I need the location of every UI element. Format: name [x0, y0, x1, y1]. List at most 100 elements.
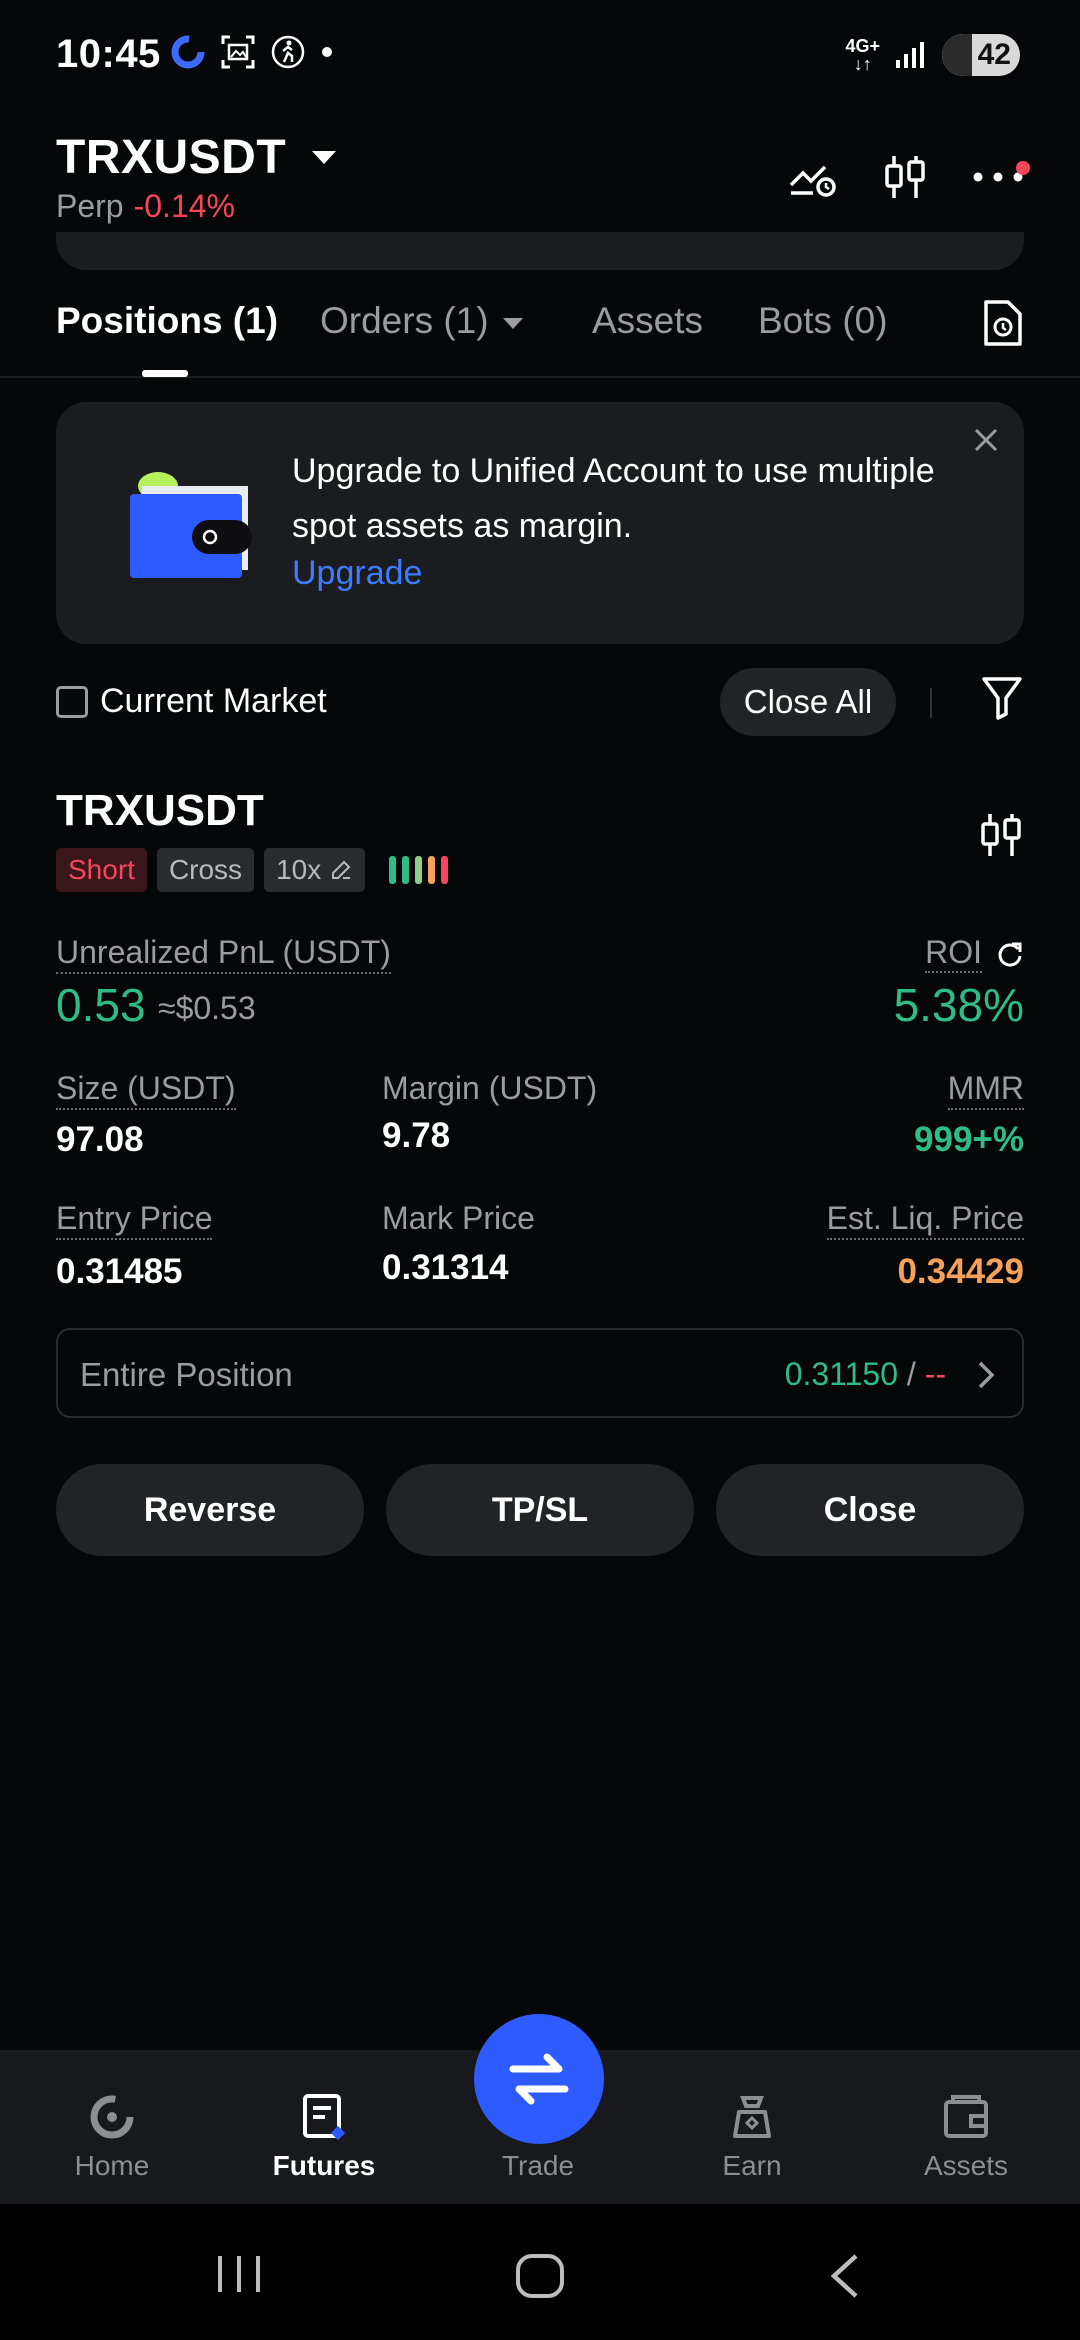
network-type: 4G+ ↓↑	[845, 36, 880, 74]
current-market-checkbox[interactable]	[56, 686, 88, 718]
price-change: -0.14%	[133, 188, 235, 224]
earn-icon	[733, 2096, 771, 2138]
home-button-icon[interactable]	[514, 2252, 566, 2300]
adl-bar	[415, 856, 423, 884]
roi-label[interactable]: ROI	[925, 934, 982, 973]
banner-message: Upgrade to Unified Account to use multip…	[292, 452, 935, 545]
roi-value: 5.38%	[893, 979, 1024, 1031]
mmr-value: 999+%	[914, 1120, 1024, 1159]
adl-bar	[402, 856, 410, 884]
status-bar: 10:45 4G+ ↓↑ 42	[0, 0, 1080, 116]
position-chart-button[interactable]	[978, 810, 1024, 865]
reverse-button[interactable]: Reverse	[56, 1464, 364, 1556]
side-badge: Short	[56, 848, 147, 892]
contract-type: Perp	[56, 188, 124, 224]
chevron-down-icon	[312, 151, 337, 164]
nav-futures[interactable]: Futures	[234, 2092, 414, 2182]
nav-earn[interactable]: Earn	[662, 2092, 842, 2182]
active-tab-indicator	[142, 370, 188, 377]
divider	[930, 688, 932, 718]
nav-assets[interactable]: Assets	[876, 2092, 1056, 2182]
roi-header: ROI	[925, 934, 1024, 973]
leverage-badge[interactable]: 10x	[264, 848, 366, 892]
entire-position-label: Entire Position	[80, 1356, 293, 1393]
size-label[interactable]: Size (USDT)	[56, 1070, 236, 1110]
swap-arrows-icon	[509, 2053, 569, 2105]
collapsed-panel-edge	[56, 232, 1024, 270]
dot-icon	[322, 47, 332, 57]
signal-icon	[896, 42, 924, 68]
status-system-icons: 4G+ ↓↑ 42	[845, 34, 1020, 76]
position-filter-row: Current Market Close All	[56, 666, 1024, 736]
adl-indicator	[389, 856, 449, 884]
entry-price-value: 0.31485	[56, 1252, 183, 1291]
tpsl-separator: /	[898, 1356, 925, 1392]
adl-bar	[389, 856, 397, 884]
app-notification-icon	[171, 35, 205, 69]
position-tabs: Positions (1) Orders (1) Assets Bots (0)	[0, 286, 1080, 378]
assets-icon	[944, 2095, 988, 2138]
position-tags: Short Cross 10x	[56, 848, 449, 892]
edit-icon	[332, 860, 351, 879]
more-menu-button[interactable]	[972, 161, 1030, 183]
order-history-button[interactable]	[982, 298, 1024, 353]
notification-dot	[1016, 161, 1030, 175]
adl-bar	[428, 856, 436, 884]
current-market-label[interactable]: Current Market	[100, 682, 327, 721]
candlestick-icon	[885, 156, 925, 198]
symbol-selector[interactable]: TRXUSDT	[56, 130, 337, 185]
position-symbol[interactable]: TRXUSDT	[56, 786, 264, 836]
recent-apps-icon[interactable]	[214, 2252, 264, 2296]
adl-bar	[441, 856, 449, 884]
margin-mode-badge: Cross	[156, 848, 255, 892]
close-icon	[974, 428, 998, 452]
header-actions	[788, 152, 1030, 202]
accessibility-icon	[271, 35, 305, 69]
price-alert-button[interactable]	[788, 155, 838, 199]
history-document-icon	[984, 300, 1022, 346]
upgrade-link[interactable]: Upgrade	[292, 554, 422, 593]
banner-close-button[interactable]	[972, 426, 1000, 459]
market-header: TRXUSDT Perp -0.14%	[0, 116, 1080, 236]
nav-home[interactable]: Home	[22, 2092, 202, 2182]
unrealized-pnl-value: 0.53	[56, 979, 146, 1031]
back-icon[interactable]	[826, 2252, 862, 2300]
status-time: 10:45	[56, 32, 161, 76]
system-navigation-bar	[0, 2204, 1080, 2340]
chart-button[interactable]	[882, 152, 928, 202]
tab-bots[interactable]: Bots (0)	[758, 300, 888, 342]
close-all-button[interactable]: Close All	[720, 668, 896, 736]
tab-assets[interactable]: Assets	[592, 300, 703, 342]
screenshot-icon	[221, 35, 255, 69]
filter-icon	[982, 677, 1022, 720]
margin-label: Margin (USDT)	[382, 1070, 598, 1106]
margin-value: 9.78	[382, 1116, 451, 1155]
liq-price-label[interactable]: Est. Liq. Price	[826, 1200, 1024, 1240]
unrealized-pnl-usd: ≈$0.53	[158, 990, 256, 1026]
symbol-name: TRXUSDT	[56, 131, 287, 184]
price-alert-icon	[789, 165, 836, 197]
sl-value: --	[924, 1356, 946, 1392]
mark-price-value: 0.31314	[382, 1248, 509, 1287]
chevron-right-icon	[978, 1361, 995, 1389]
filter-button[interactable]	[980, 674, 1024, 727]
wallet-illustration	[122, 468, 252, 589]
entire-position-tpsl-row[interactable]: Entire Position 0.31150 / --	[56, 1328, 1024, 1418]
futures-icon	[303, 2094, 346, 2141]
status-notification-icons	[170, 34, 334, 70]
unified-account-banner: Upgrade to Unified Account to use multip…	[56, 402, 1024, 644]
size-value: 97.08	[56, 1120, 144, 1159]
trade-button[interactable]	[474, 2014, 604, 2144]
entry-price-label[interactable]: Entry Price	[56, 1200, 213, 1240]
more-icon	[973, 172, 1023, 182]
refresh-icon[interactable]	[996, 940, 1024, 968]
home-icon	[90, 2095, 134, 2139]
position-actions: Reverse TP/SL Close	[56, 1464, 1024, 1556]
tpsl-button[interactable]: TP/SL	[386, 1464, 694, 1556]
unrealized-pnl-label[interactable]: Unrealized PnL (USDT)	[56, 934, 391, 974]
tab-orders[interactable]: Orders (1)	[320, 300, 523, 342]
close-position-button[interactable]: Close	[716, 1464, 1024, 1556]
tab-positions[interactable]: Positions (1)	[56, 300, 278, 342]
liq-price-value: 0.34429	[897, 1252, 1024, 1291]
mmr-label[interactable]: MMR	[947, 1070, 1024, 1110]
